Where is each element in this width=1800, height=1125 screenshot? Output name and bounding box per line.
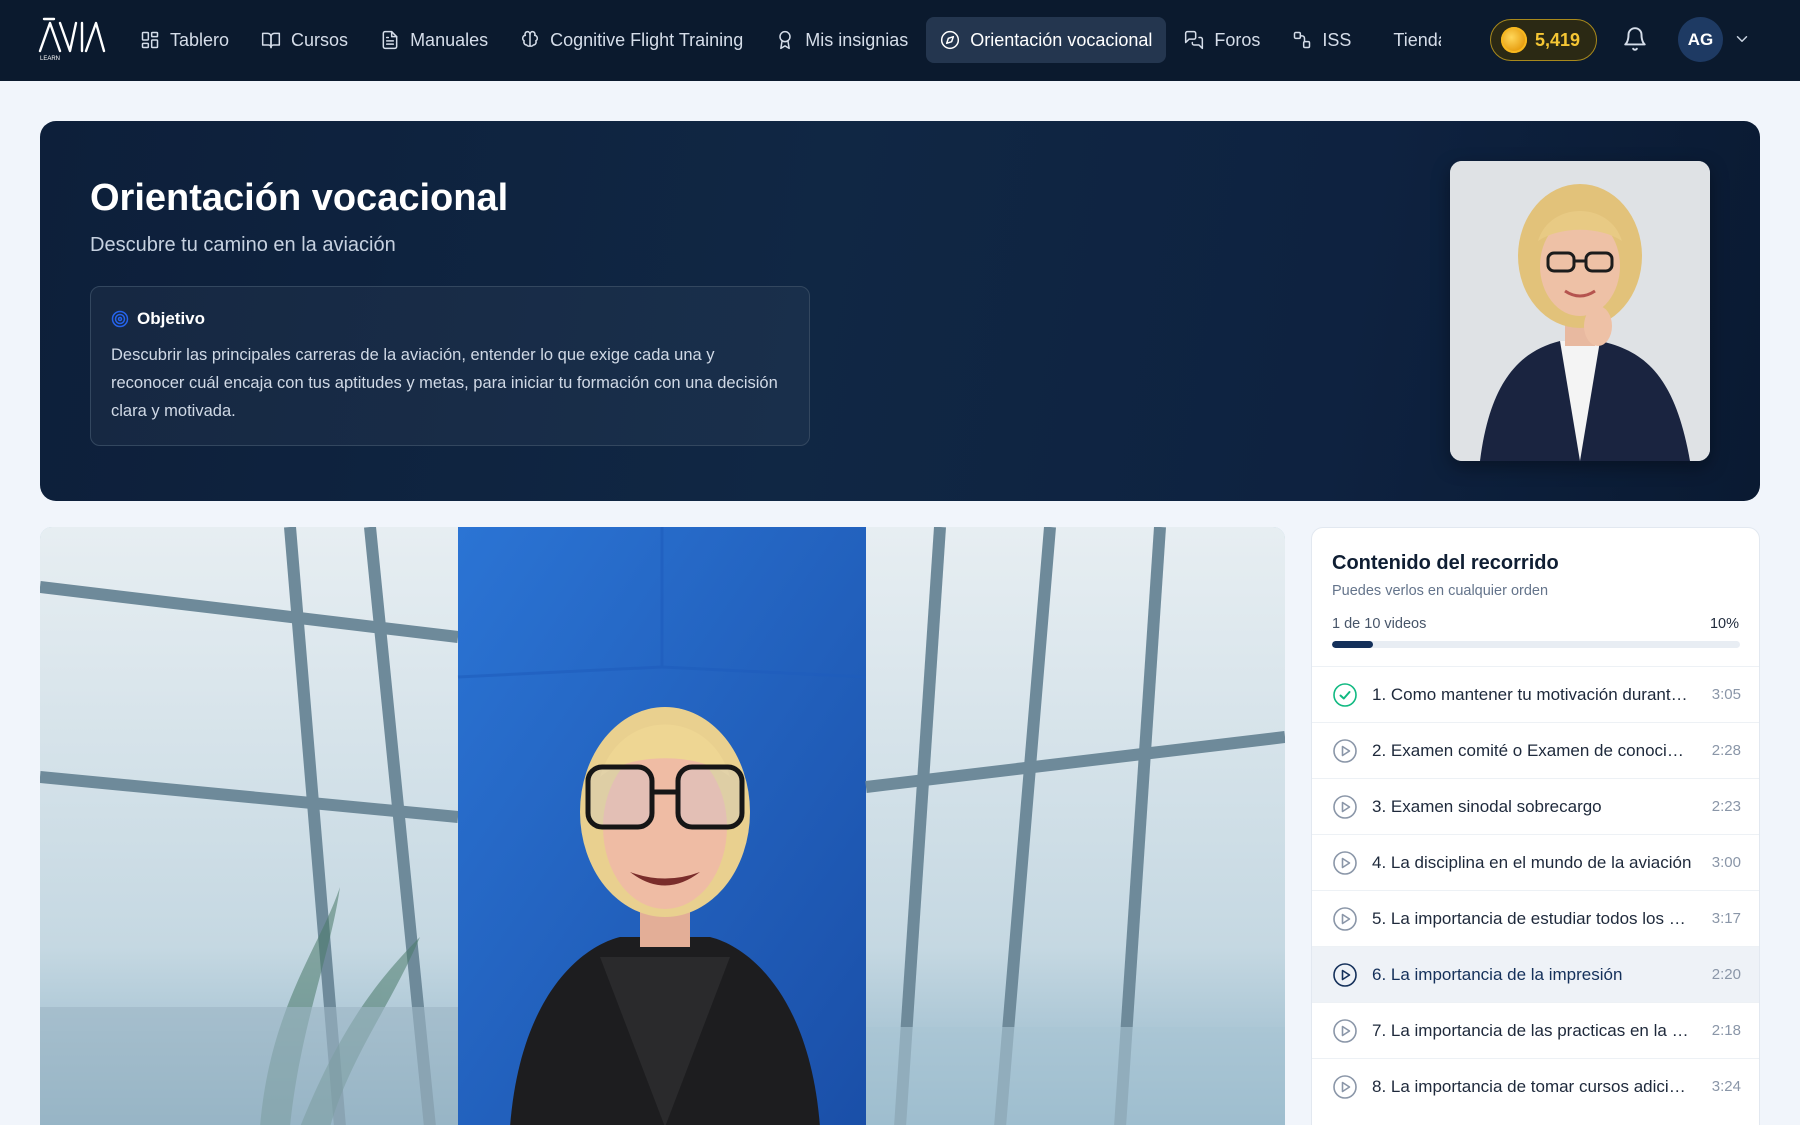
check-circle-icon (1332, 682, 1358, 708)
nav-label: Cursos (291, 29, 349, 50)
objective-card: Objetivo Descubrir las principales carre… (90, 286, 810, 446)
nav-item-mis-insignias[interactable]: Mis insignias (761, 17, 922, 63)
video-title: 1. Como mantener tu motivación durante l… (1372, 684, 1692, 704)
hero-banner: Orientación vocacional Descubre tu camin… (40, 121, 1760, 501)
award-icon (779, 30, 791, 50)
coin-balance[interactable]: 5,419 (1490, 19, 1597, 61)
video-list-item[interactable]: 4. La disciplina en el mundo de la aviac… (1312, 834, 1759, 890)
video-title: 6. La importancia de la impresión (1372, 964, 1623, 984)
svg-text:LEARN: LEARN (40, 56, 60, 61)
coin-amount: 5,419 (1535, 29, 1581, 50)
dashboard-icon (141, 31, 159, 49)
avia-learn-logo[interactable]: LEARN (38, 17, 106, 62)
chat-icon (1185, 30, 1204, 50)
nav-label: Manuales (410, 29, 489, 50)
bell-icon (1624, 27, 1646, 51)
video-title: 3. Examen sinodal sobrecargo (1372, 796, 1602, 816)
video-player[interactable] (40, 527, 1285, 1125)
nav-item-iss[interactable]: ISS (1278, 17, 1365, 63)
video-duration: 2:20 (1711, 966, 1741, 983)
play-circle-icon (1332, 1074, 1358, 1100)
video-duration: 3:24 (1711, 1078, 1741, 1095)
video-title: 8. La importancia de tomar cursos adicio… (1372, 1076, 1692, 1096)
video-duration: 3:17 (1711, 910, 1741, 927)
user-menu-toggle[interactable] (1733, 30, 1751, 48)
video-list-item[interactable]: 7. La importancia de las practicas en la… (1312, 1002, 1759, 1058)
page-subtitle: Descubre tu camino en la aviación (90, 234, 396, 256)
nav-label: Cognitive Flight Training (550, 29, 744, 50)
instructor-portrait (1450, 161, 1710, 461)
video-duration: 3:00 (1711, 854, 1741, 871)
nav-item-orientacion-vocacional[interactable]: Orientación vocacional (926, 17, 1167, 63)
notifications-button[interactable] (1622, 25, 1648, 53)
coin-icon (1501, 27, 1527, 53)
nav-label: Orientación vocacional (970, 29, 1153, 50)
video-list-item[interactable]: 5. La importancia de estudiar todos los … (1312, 890, 1759, 946)
user-avatar[interactable]: AG (1678, 17, 1723, 62)
objective-header: Objetivo (111, 309, 789, 329)
brain-icon (522, 30, 539, 47)
play-circle-icon (1332, 738, 1358, 764)
video-title: 4. La disciplina en el mundo de la aviac… (1372, 852, 1692, 872)
video-list-item[interactable]: 1. Como mantener tu motivación durante l… (1312, 666, 1759, 722)
video-list-item[interactable]: 6. La importancia de la impresión 2:20 (1312, 946, 1759, 1002)
nav-item-manuales[interactable]: Manuales (366, 17, 502, 63)
panel-title: Contenido del recorrido (1332, 552, 1559, 574)
nav-item-cognitive-flight-training[interactable]: Cognitive Flight Training (506, 17, 757, 63)
objective-text: Descubrir las principales carreras de la… (111, 346, 778, 420)
play-circle-icon (1332, 962, 1358, 988)
nav-label: Foros (1214, 29, 1261, 50)
video-duration: 2:28 (1711, 742, 1741, 759)
document-icon (382, 30, 398, 50)
chevron-down-icon (1736, 36, 1748, 42)
nav-label: Mis insignias (805, 29, 909, 50)
book-icon (261, 32, 281, 49)
video-duration: 3:05 (1711, 686, 1741, 703)
top-navigation-bar: LEARN Tablero Cursos Manuales Cognitive … (0, 0, 1800, 81)
video-list-item[interactable]: 2. Examen comité o Examen de conocimient… (1312, 722, 1759, 778)
nav-item-tienda[interactable]: Tienda (1369, 17, 1441, 63)
panel-subtitle: Puedes verlos en cualquier orden (1332, 583, 1549, 599)
video-list: 1. Como mantener tu motivación durante l… (1312, 666, 1759, 1114)
course-content-panel: Contenido del recorrido Puedes verlos en… (1311, 527, 1760, 1125)
compass-icon (941, 30, 960, 50)
video-duration: 2:18 (1711, 1022, 1741, 1039)
progress-percent: 10% (1709, 616, 1739, 632)
video-title: 5. La importancia de estudiar todos los … (1372, 908, 1692, 928)
nav-label: ISS (1322, 29, 1352, 50)
progress-label: 1 de 10 videos (1332, 616, 1427, 632)
progress-bar (1332, 641, 1740, 648)
play-circle-icon (1332, 1018, 1358, 1044)
main-nav: Tablero Cursos Manuales Cognitive Flight… (126, 17, 1476, 63)
video-list-item[interactable]: 3. Examen sinodal sobrecargo 2:23 (1312, 778, 1759, 834)
page-title: Orientación vocacional (90, 177, 509, 219)
video-list-item[interactable]: 8. La importancia de tomar cursos adicio… (1312, 1058, 1759, 1114)
objective-title: Objetivo (137, 309, 206, 328)
play-circle-icon (1332, 794, 1358, 820)
video-title: 2. Examen comité o Examen de conocimient… (1372, 740, 1692, 760)
nav-item-tablero[interactable]: Tablero (126, 17, 243, 63)
nav-item-cursos[interactable]: Cursos (247, 17, 362, 63)
target-icon (111, 310, 129, 328)
play-circle-icon (1332, 850, 1358, 876)
nav-item-foros[interactable]: Foros (1170, 17, 1274, 63)
network-icon (1294, 31, 1311, 49)
progress-bar-fill (1332, 641, 1373, 648)
nav-label: Tienda (1393, 29, 1441, 50)
nav-label: Tablero (170, 29, 230, 50)
play-circle-icon (1332, 906, 1358, 932)
video-title: 7. La importancia de las practicas en la… (1372, 1020, 1692, 1040)
video-duration: 2:23 (1711, 798, 1741, 815)
